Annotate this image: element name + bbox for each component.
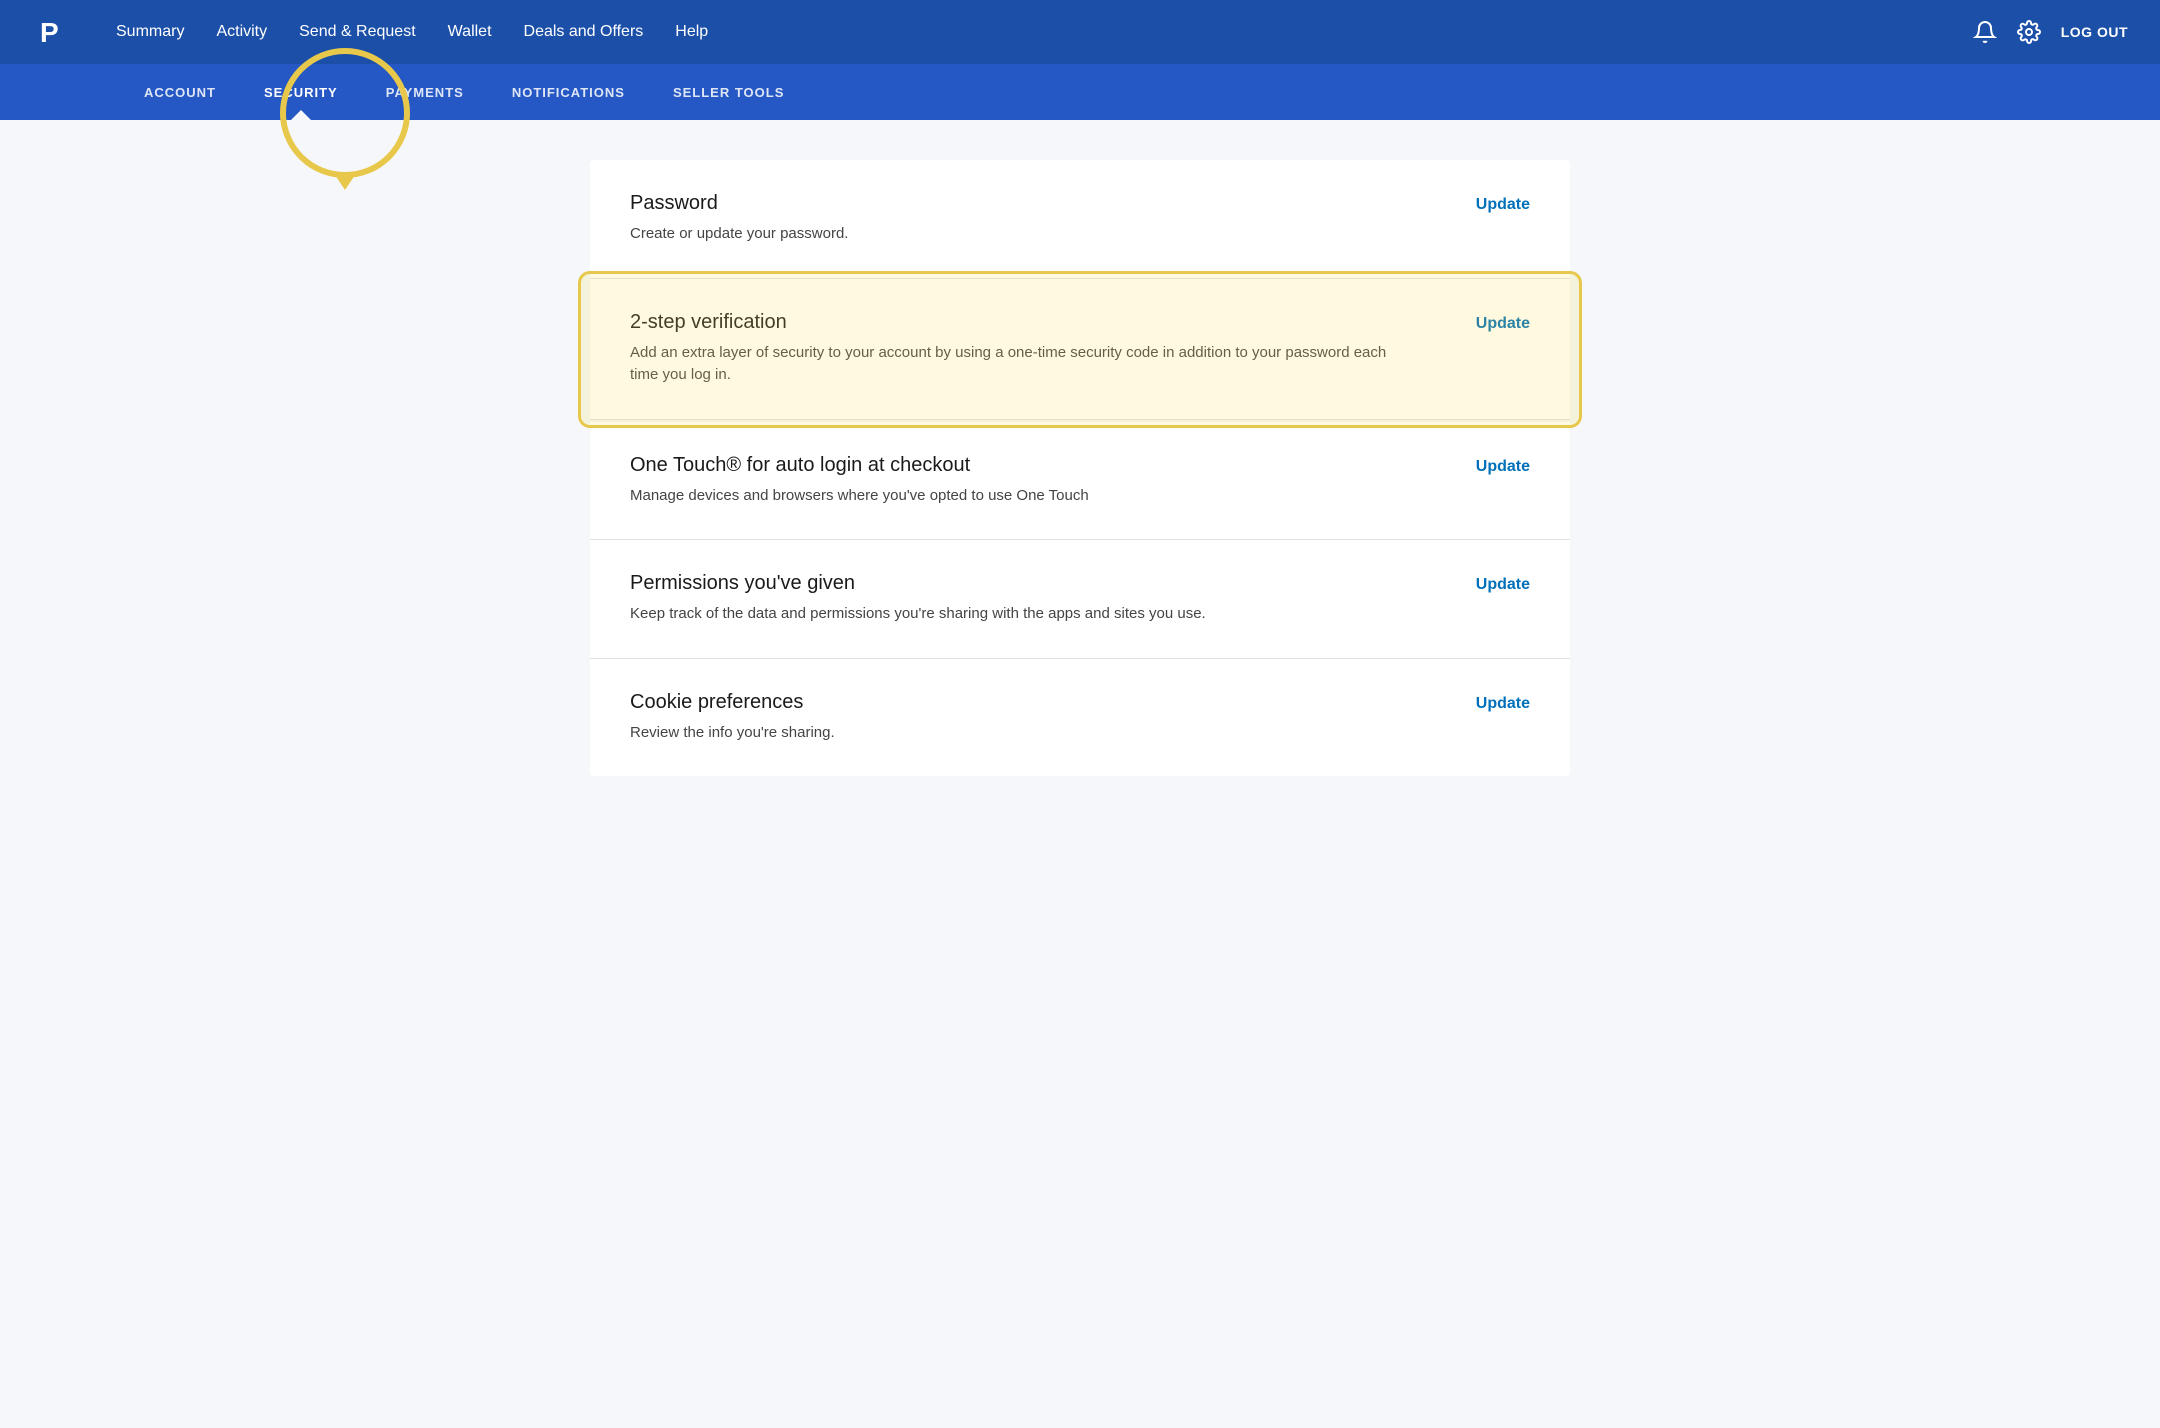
cookie-title: Cookie preferences [630,691,1452,714]
tab-notifications[interactable]: NOTIFICATIONS [488,64,649,120]
one-touch-content: One Touch® for auto login at checkout Ma… [630,454,1452,508]
tab-account[interactable]: ACCOUNT [120,64,240,120]
nav-deals-offers[interactable]: Deals and Offers [512,15,656,49]
nav-activity[interactable]: Activity [204,15,279,49]
permissions-update-button[interactable]: Update [1476,576,1530,594]
two-step-update-button[interactable]: Update [1476,315,1530,333]
two-step-description: Add an extra layer of security to your a… [630,342,1410,387]
paypal-logo[interactable]: P [32,12,72,52]
permissions-content: Permissions you've given Keep track of t… [630,572,1452,626]
nav-summary[interactable]: Summary [104,15,196,49]
cookie-description: Review the info you're sharing. [630,722,1410,745]
cookie-section: Cookie preferences Review the info you'r… [590,659,1570,777]
permissions-title: Permissions you've given [630,572,1452,595]
password-content: Password Create or update your password. [630,192,1452,246]
cookie-update-button[interactable]: Update [1476,695,1530,713]
nav-help[interactable]: Help [663,15,720,49]
cookie-content: Cookie preferences Review the info you'r… [630,691,1452,745]
sub-navigation: ACCOUNT SECURITY PAYMENTS NOTIFICATIONS … [0,64,2160,120]
password-title: Password [630,192,1452,215]
logout-button[interactable]: LOG OUT [2061,24,2128,40]
circle-arrow [333,172,357,190]
nav-links: Summary Activity Send & Request Wallet D… [104,15,1973,49]
settings-gear-icon[interactable] [2017,20,2041,44]
tab-security[interactable]: SECURITY [240,64,362,120]
two-step-content: 2-step verification Add an extra layer o… [630,311,1452,387]
permissions-description: Keep track of the data and permissions y… [630,603,1410,626]
notifications-bell-icon[interactable] [1973,20,1997,44]
two-step-section-wrapper: 2-step verification Add an extra layer o… [590,279,1570,420]
password-description: Create or update your password. [630,223,1410,246]
two-step-section: 2-step verification Add an extra layer o… [590,279,1570,420]
one-touch-update-button[interactable]: Update [1476,458,1530,476]
tab-seller-tools[interactable]: SELLER TOOLS [649,64,808,120]
one-touch-description: Manage devices and browsers where you've… [630,485,1410,508]
main-content: Password Create or update your password.… [530,120,1630,1428]
tab-payments[interactable]: PAYMENTS [362,64,488,120]
password-update-button[interactable]: Update [1476,196,1530,214]
one-touch-section: One Touch® for auto login at checkout Ma… [590,422,1570,541]
top-navigation: P Summary Activity Send & Request Wallet… [0,0,2160,64]
nav-actions: LOG OUT [1973,20,2128,44]
permissions-section: Permissions you've given Keep track of t… [590,540,1570,659]
nav-send-request[interactable]: Send & Request [287,15,428,49]
password-section: Password Create or update your password.… [590,160,1570,279]
one-touch-title: One Touch® for auto login at checkout [630,454,1452,477]
svg-text:P: P [40,17,59,48]
two-step-title: 2-step verification [630,311,1452,334]
nav-wallet[interactable]: Wallet [436,15,504,49]
